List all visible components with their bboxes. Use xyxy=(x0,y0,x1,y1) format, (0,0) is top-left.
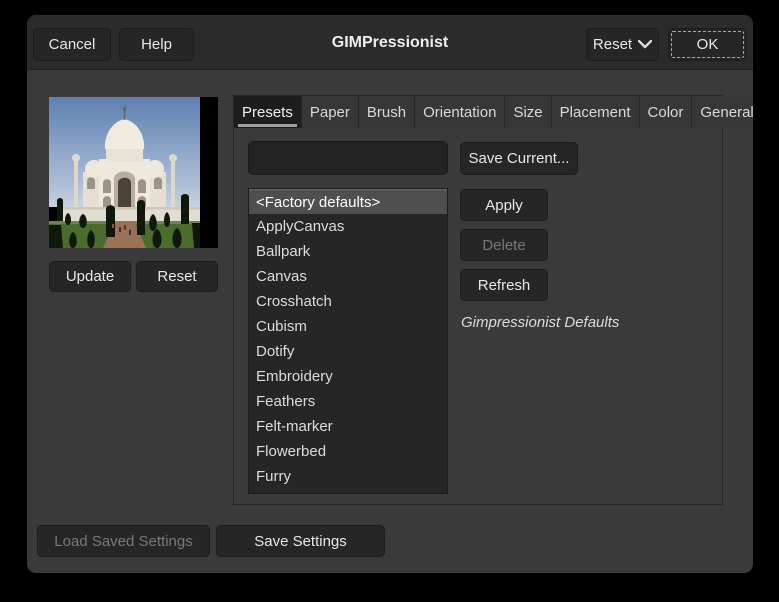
preset-list-item[interactable]: Embroidery xyxy=(249,364,447,389)
reset-dropdown-label: Reset xyxy=(592,36,633,53)
tab-size[interactable]: Size xyxy=(505,96,552,128)
tab-placement[interactable]: Placement xyxy=(551,96,640,128)
preset-list-item[interactable]: Furry xyxy=(249,464,447,489)
update-button[interactable]: Update xyxy=(49,261,131,292)
cancel-button[interactable]: Cancel xyxy=(33,28,111,61)
gimpressionist-dialog: Cancel Help GIMPressionist Reset OK Upda… xyxy=(27,15,753,573)
tab-presets[interactable]: Presets xyxy=(234,96,302,128)
apply-button[interactable]: Apply xyxy=(460,189,548,221)
help-button[interactable]: Help xyxy=(119,28,194,61)
tab-brush[interactable]: Brush xyxy=(358,96,416,128)
preset-list-item[interactable]: Felt-marker xyxy=(249,414,447,439)
preset-list-item[interactable]: Crosshatch xyxy=(249,289,447,314)
settings-notebook: Presets Paper Brush Orientation Size Placemen… xyxy=(233,95,753,505)
chevron-down-icon xyxy=(638,40,653,49)
tab-general[interactable]: General xyxy=(692,96,753,128)
preset-description: Gimpressionist Defaults xyxy=(461,314,620,331)
tab-paper[interactable]: Paper xyxy=(301,96,359,128)
refresh-button[interactable]: Refresh xyxy=(460,269,548,301)
tab-color[interactable]: Color xyxy=(639,96,693,128)
preset-name-input[interactable] xyxy=(248,141,448,175)
preset-list-item[interactable]: Cubism xyxy=(249,314,447,339)
preset-list-item[interactable]: <Factory defaults> xyxy=(249,189,447,214)
tab-strip: Presets Paper Brush Orientation Size Placemen… xyxy=(234,96,753,128)
preview-reset-button[interactable]: Reset xyxy=(136,261,218,292)
preset-list-item[interactable]: Flowerbed xyxy=(249,439,447,464)
preset-list-item[interactable]: Dotify xyxy=(249,339,447,364)
ok-button[interactable]: OK xyxy=(668,28,747,61)
dialog-header: Cancel Help GIMPressionist Reset OK xyxy=(27,15,753,70)
save-settings-button[interactable]: Save Settings xyxy=(216,525,385,557)
preview-image xyxy=(49,97,218,248)
delete-button[interactable]: Delete xyxy=(460,229,548,261)
preset-list-item[interactable]: Ballpark xyxy=(249,239,447,264)
tab-orientation[interactable]: Orientation xyxy=(415,96,506,128)
preset-list-item[interactable]: Feathers xyxy=(249,389,447,414)
preset-list-item[interactable]: Canvas xyxy=(249,264,447,289)
save-current-button[interactable]: Save Current... xyxy=(460,142,578,175)
reset-dropdown-button[interactable]: Reset xyxy=(586,28,659,61)
taj-mahal-photo xyxy=(49,97,200,248)
preset-list[interactable]: <Factory defaults> ApplyCanvas Ballpark Can… xyxy=(248,188,448,494)
preset-list-item[interactable]: ApplyCanvas xyxy=(249,214,447,239)
load-saved-settings-button[interactable]: Load Saved Settings xyxy=(37,525,210,557)
